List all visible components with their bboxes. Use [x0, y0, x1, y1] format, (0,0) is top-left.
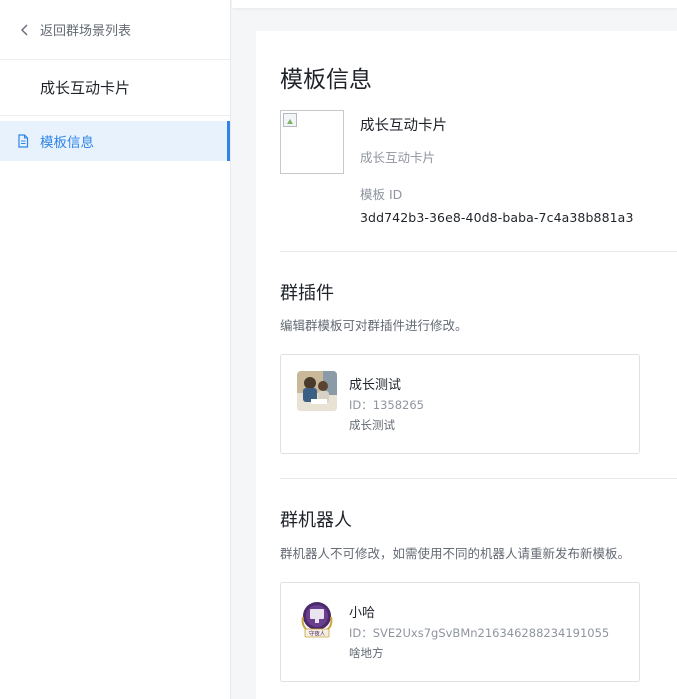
- divider: [280, 251, 677, 252]
- robots-section-title: 群机器人: [280, 510, 352, 531]
- sidebar-item-template-info[interactable]: 模板信息: [0, 121, 230, 161]
- plugin-description: 成长测试: [349, 418, 395, 432]
- robot-name: 小哈: [349, 606, 376, 621]
- robot-avatar: 守夜人: [297, 599, 337, 639]
- sidebar-item-label: 模板信息: [40, 135, 94, 151]
- back-link-label: 返回群场景列表: [40, 24, 132, 39]
- robot-description: 啥地方: [349, 646, 384, 660]
- template-name: 成长互动卡片: [360, 118, 447, 134]
- template-description: 成长互动卡片: [360, 150, 436, 165]
- template-info: 成长互动卡片 成长互动卡片 模板 ID 3dd742b3-36e8-40d8-b…: [280, 94, 677, 244]
- page-title: 模板信息: [280, 67, 372, 93]
- template-id-label: 模板 ID: [360, 187, 403, 202]
- top-bar: [232, 0, 677, 8]
- template-thumbnail: [280, 110, 344, 174]
- plugins-section-description: 编辑群模板可对群插件进行修改。: [280, 318, 468, 333]
- robot-badge-text: 守夜人: [309, 629, 326, 637]
- plugin-name: 成长测试: [349, 378, 402, 393]
- sidebar: 返回群场景列表 成长互动卡片 模板信息: [0, 0, 231, 699]
- chevron-left-icon: [21, 24, 28, 35]
- plugin-card[interactable]: 成长测试 ID：1358265 成长测试: [280, 354, 640, 454]
- plugin-avatar: [297, 371, 337, 411]
- template-id-value: 3dd742b3-36e8-40d8-baba-7c4a38b881a3: [360, 210, 634, 225]
- plugin-id: ID：1358265: [349, 398, 424, 412]
- broken-image-icon: [283, 113, 297, 127]
- robot-card[interactable]: 守夜人 小哈 ID：SVE2Uxs7gSvBMn2163462882341910…: [280, 582, 640, 682]
- main-panel: 模板信息 成长互动卡片 成长互动卡片 模板 ID 3dd742b3-36e8-4…: [256, 31, 677, 699]
- sidebar-template-name: 成长互动卡片: [0, 60, 230, 116]
- document-icon: [18, 134, 29, 148]
- divider: [280, 478, 677, 479]
- robots-section-description: 群机器人不可修改，如需使用不同的机器人请重新发布新模板。: [280, 546, 631, 561]
- robot-id: ID：SVE2Uxs7gSvBMn216346288234191055: [349, 626, 610, 640]
- back-to-scene-list-link[interactable]: 返回群场景列表: [0, 0, 230, 60]
- plugins-section-title: 群插件: [280, 283, 334, 304]
